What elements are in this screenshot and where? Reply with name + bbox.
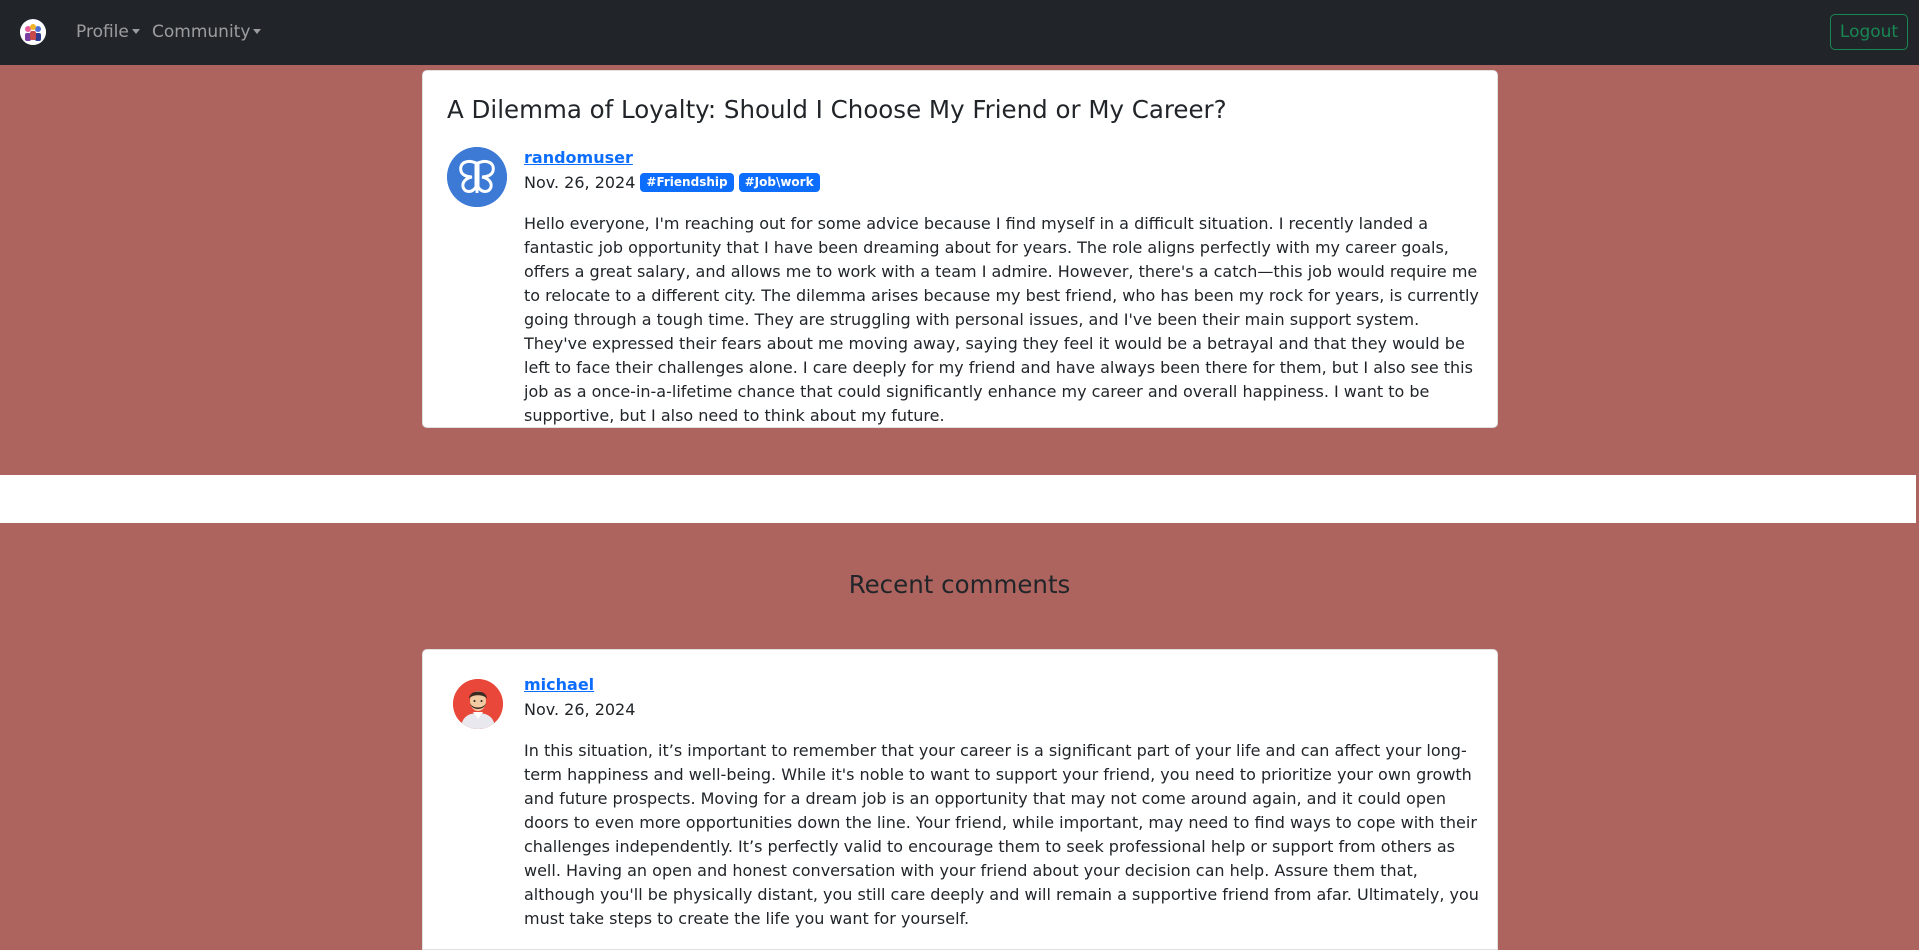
man-avatar-icon bbox=[453, 679, 503, 729]
post-author-link[interactable]: randomuser bbox=[524, 148, 633, 167]
comment-card: michael Nov. 26, 2024 In this situation,… bbox=[422, 649, 1498, 950]
post-card: A Dilemma of Loyalty: Should I Choose My… bbox=[422, 70, 1498, 428]
chevron-down-icon bbox=[131, 29, 140, 34]
post-date: Nov. 26, 2024 bbox=[524, 173, 636, 192]
tag-badge[interactable]: #Friendship bbox=[640, 173, 734, 192]
logout-button[interactable]: Logout bbox=[1830, 14, 1908, 50]
nav-community-label: Community bbox=[152, 22, 251, 42]
top-navbar: Profile Community Logout bbox=[0, 0, 1919, 65]
butterfly-avatar-icon bbox=[447, 147, 507, 207]
section-divider bbox=[0, 475, 1916, 523]
post-title: A Dilemma of Loyalty: Should I Choose My… bbox=[447, 95, 1227, 124]
chevron-down-icon bbox=[253, 29, 262, 34]
post-body: Hello everyone, I'm reaching out for som… bbox=[524, 214, 1479, 425]
comments-heading: Recent comments bbox=[848, 570, 1071, 599]
comment-author-link[interactable]: michael bbox=[524, 675, 594, 694]
tag-badge[interactable]: #Job\work bbox=[738, 173, 820, 192]
comment-date: Nov. 26, 2024 bbox=[524, 700, 636, 719]
nav-profile-dropdown[interactable]: Profile bbox=[76, 22, 140, 42]
post-meta: Nov. 26, 2024 #Friendship #Job\work bbox=[524, 173, 820, 192]
community-logo-icon[interactable] bbox=[20, 19, 46, 45]
nav-profile-label: Profile bbox=[76, 22, 129, 42]
comment-body: In this situation, it’s important to rem… bbox=[524, 741, 1479, 928]
nav-community-dropdown[interactable]: Community bbox=[152, 22, 262, 42]
